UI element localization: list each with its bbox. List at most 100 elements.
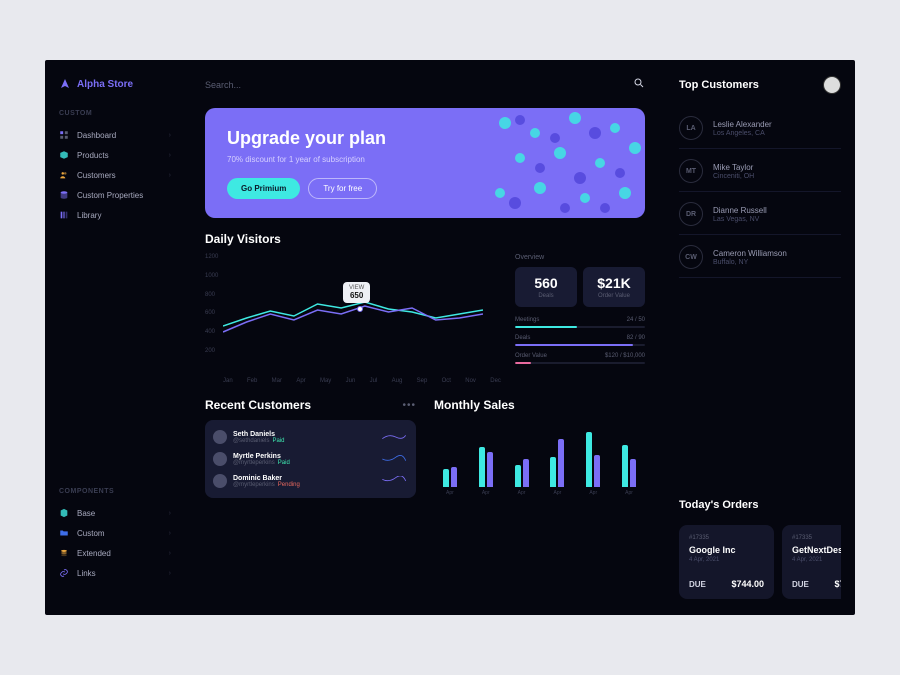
bar-column: Apr — [622, 427, 636, 496]
visitors-title: Daily Visitors — [205, 232, 645, 246]
sidebar-item-customers[interactable]: Customers › — [55, 165, 175, 185]
database-icon — [59, 190, 69, 200]
sidebar-item-label: Library — [77, 211, 101, 220]
sidebar-item-custom[interactable]: Custom › — [55, 523, 175, 543]
bar-column: Apr — [443, 427, 457, 496]
sparkline — [380, 432, 408, 442]
order-status: DUE — [689, 580, 706, 589]
order-card[interactable]: #17335 Google Inc 4 Apr, 2021 DUE $744.0… — [679, 525, 774, 599]
sidebar: Alpha Store CUSTOM Dashboard › Products … — [45, 60, 185, 615]
order-date: 4 Apr, 2021 — [689, 557, 764, 563]
brand-logo[interactable]: Alpha Store — [55, 78, 175, 90]
link-icon — [59, 568, 69, 578]
monthly-bar-chart: AprAprAprAprAprApr — [434, 416, 645, 496]
box-icon — [59, 150, 69, 160]
sidebar-item-label: Extended — [77, 549, 111, 558]
sidebar-item-custom-properties[interactable]: Custom Properties — [55, 185, 175, 205]
library-icon — [59, 210, 69, 220]
sidebar-item-label: Custom Properties — [77, 191, 143, 200]
progress-row: Order Value$120 / $10,000 — [515, 353, 645, 364]
visitors-chart: 12001000800600400200 VIEW 650 JanFebMarA… — [205, 254, 501, 384]
sidebar-item-products[interactable]: Products › — [55, 145, 175, 165]
sidebar-item-label: Custom — [77, 529, 105, 538]
dashboard-icon — [59, 130, 69, 140]
customer-name: Myrtle Perkins — [233, 453, 374, 460]
daily-visitors-section: Daily Visitors 12001000800600400200 VIEW… — [205, 232, 645, 384]
chart-y-axis: 12001000800600400200 — [205, 254, 218, 354]
sidebar-item-dashboard[interactable]: Dashboard › — [55, 125, 175, 145]
top-customers-title: Top Customers — [679, 79, 759, 91]
bar-column: Apr — [550, 427, 564, 496]
orders-title: Today's Orders — [679, 499, 841, 511]
order-date: 4 Apr, 2021 — [792, 557, 841, 563]
search-icon[interactable] — [633, 76, 645, 94]
go-premium-button[interactable]: Go Primium — [227, 178, 300, 199]
chart-x-axis: JanFebMarAprMayJunJulAugSepOctNovDec — [223, 378, 501, 384]
nav-heading-components: COMPONENTS — [55, 488, 175, 495]
customer-row[interactable]: Seth Daniels @sethdanielsPaid — [213, 426, 408, 448]
order-company: GetNextDesign — [792, 545, 841, 555]
monthly-title: Monthly Sales — [434, 398, 645, 412]
customer-badge: CW — [679, 245, 703, 269]
order-amount: $744.00 — [731, 579, 764, 589]
sidebar-item-library[interactable]: Library — [55, 205, 175, 225]
ov-value: 560 — [521, 275, 571, 291]
customer-row[interactable]: Dominic Baker @myrtleperkinsPending — [213, 470, 408, 492]
line-chart-svg — [223, 254, 483, 354]
folder-icon — [59, 528, 69, 538]
top-customer-row[interactable]: DR Dianne RussellLas Vegas, NV — [679, 194, 841, 235]
top-customer-row[interactable]: LA Leslie AlexanderLos Angeles, CA — [679, 108, 841, 149]
overview-panel: Overview 560 Deals $21K Order Value Meet… — [515, 254, 645, 384]
overview-card-deals: 560 Deals — [515, 267, 577, 307]
more-icon[interactable]: ••• — [402, 400, 416, 411]
top-customer-row[interactable]: CW Cameron WilliamsonBuffalo, NY — [679, 237, 841, 278]
ov-value: $21K — [589, 275, 639, 291]
sidebar-item-label: Dashboard — [77, 131, 116, 140]
chevron-right-icon: › — [169, 530, 171, 537]
tooltip-value: 650 — [349, 291, 364, 300]
try-free-button[interactable]: Try for free — [308, 178, 377, 199]
customer-row[interactable]: Myrtle Perkins @myrtleperkinsPaid — [213, 448, 408, 470]
recent-title: Recent Customers — [205, 398, 311, 412]
brand-name: Alpha Store — [77, 79, 133, 90]
app-window: Alpha Store CUSTOM Dashboard › Products … — [45, 60, 855, 615]
customer-name: Dominic Baker — [233, 475, 374, 482]
sidebar-item-label: Products — [77, 151, 109, 160]
overview-label: Overview — [515, 254, 645, 261]
sidebar-item-links[interactable]: Links › — [55, 563, 175, 583]
sidebar-item-base[interactable]: Base › — [55, 503, 175, 523]
chart-marker-dot — [357, 306, 363, 312]
sidebar-item-label: Customers — [77, 171, 116, 180]
monthly-sales-section: Monthly Sales AprAprAprAprAprApr — [434, 398, 645, 498]
progress-row: Deals82 / 90 — [515, 335, 645, 346]
ov-caption: Order Value — [589, 293, 639, 299]
chevron-right-icon: › — [169, 152, 171, 159]
recent-customers-section: Recent Customers ••• Seth Daniels @sethd… — [205, 398, 416, 498]
right-panel: Top Customers LA Leslie AlexanderLos Ang… — [665, 60, 855, 615]
chevron-right-icon: › — [169, 510, 171, 517]
order-company: Google Inc — [689, 545, 764, 555]
order-card[interactable]: #17335 GetNextDesign 4 Apr, 2021 DUE $74… — [782, 525, 841, 599]
chevron-right-icon: › — [169, 570, 171, 577]
order-amount: $744.00 — [834, 579, 841, 589]
ov-caption: Deals — [521, 293, 571, 299]
avatar — [213, 430, 227, 444]
order-status: DUE — [792, 580, 809, 589]
nav-section-custom: CUSTOM Dashboard › Products › Customers … — [55, 110, 175, 225]
chevron-right-icon: › — [169, 172, 171, 179]
customer-name: Seth Daniels — [233, 431, 374, 438]
top-customer-row[interactable]: MT Mike TaylorCinceniti, OH — [679, 151, 841, 192]
logo-icon — [59, 78, 71, 90]
user-avatar[interactable] — [823, 76, 841, 94]
lower-section: Recent Customers ••• Seth Daniels @sethd… — [205, 398, 645, 498]
chevron-right-icon: › — [169, 132, 171, 139]
nav-section-components: COMPONENTS Base › Custom › Extended › Li… — [55, 488, 175, 583]
customer-badge: LA — [679, 116, 703, 140]
orders-list: #17335 Google Inc 4 Apr, 2021 DUE $744.0… — [679, 525, 841, 599]
customer-badge: MT — [679, 159, 703, 183]
upgrade-banner: Upgrade your plan 70% discount for 1 yea… — [205, 108, 645, 218]
chevron-right-icon: › — [169, 550, 171, 557]
bar-column: Apr — [515, 427, 529, 496]
sidebar-item-extended[interactable]: Extended › — [55, 543, 175, 563]
search-input[interactable] — [205, 80, 633, 90]
